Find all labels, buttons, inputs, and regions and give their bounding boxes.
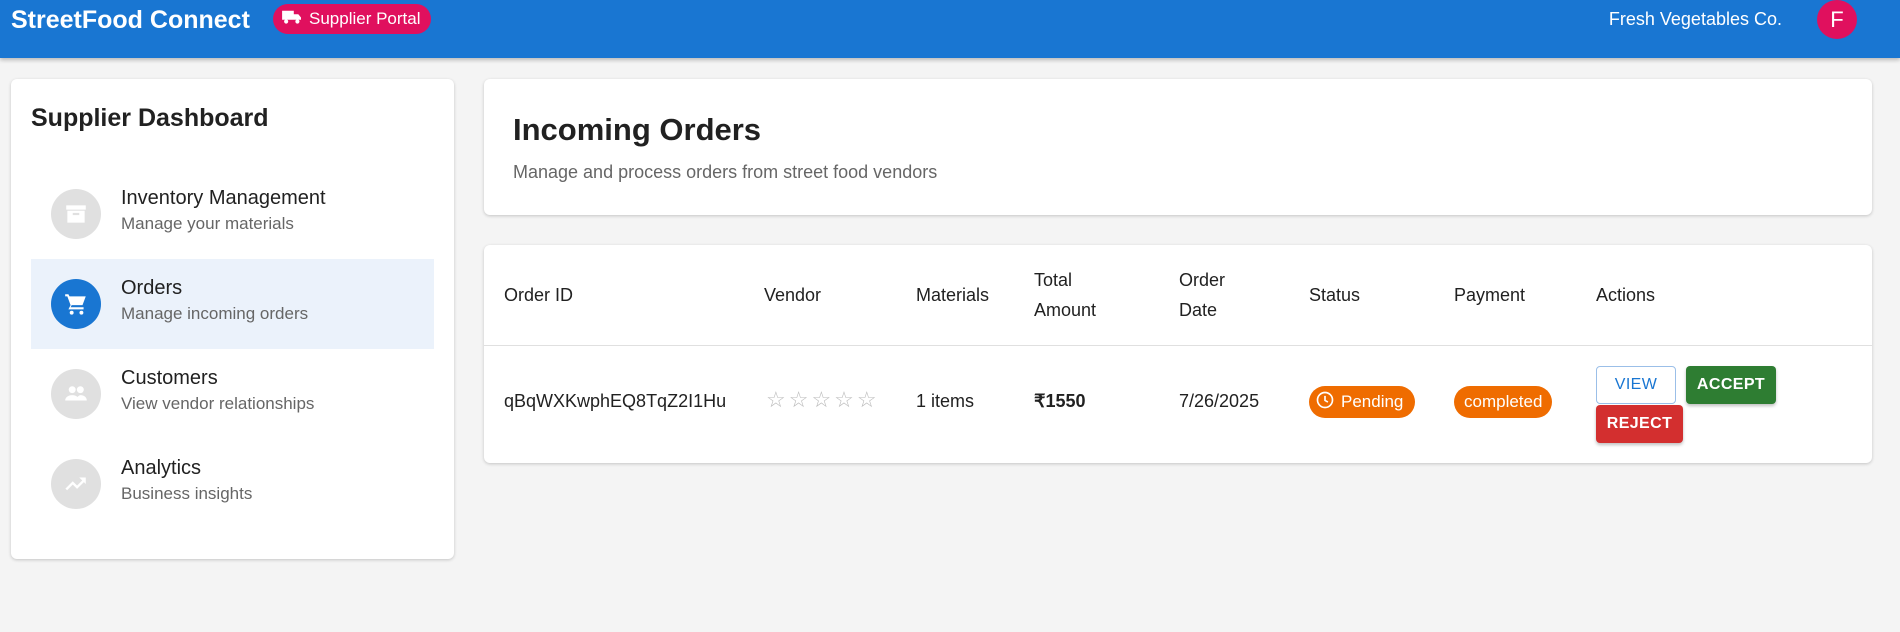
app-bar: StreetFood Connect Supplier Portal Fresh… xyxy=(0,0,1900,58)
payment-badge: completed xyxy=(1454,386,1553,418)
column-header-actions: Actions xyxy=(1596,285,1656,305)
sidebar-item-inventory[interactable]: Inventory Management Manage your materia… xyxy=(31,169,434,259)
accept-button[interactable]: ACCEPT xyxy=(1686,366,1776,404)
sidebar-item-sublabel: Manage incoming orders xyxy=(121,304,309,323)
sidebar-title: Supplier Dashboard xyxy=(31,104,269,132)
company-name: Fresh Vegetables Co. xyxy=(1608,9,1782,29)
clock-icon xyxy=(1315,390,1335,415)
column-header-line: Date xyxy=(1179,300,1218,320)
sidebar-item-sublabel: Business insights xyxy=(121,484,253,503)
sidebar-item-label: Inventory Management xyxy=(121,187,326,209)
page-header-card: Incoming Orders Manage and process order… xyxy=(484,79,1872,215)
column-header-payment[interactable]: Payment xyxy=(1454,280,1525,310)
sidebar-item-label: Orders xyxy=(121,277,183,299)
reject-button[interactable]: REJECT xyxy=(1596,405,1683,443)
truck-icon xyxy=(281,8,303,31)
column-header-order-date[interactable]: Order Date xyxy=(1179,265,1225,325)
page-subtitle: Manage and process orders from street fo… xyxy=(513,162,938,182)
sidebar-item-analytics[interactable]: Analytics Business insights xyxy=(31,439,434,529)
archive-icon xyxy=(51,189,101,239)
materials-cell: 1 items xyxy=(916,391,975,411)
orders-table: Order ID Vendor Materials Total Amount O… xyxy=(484,245,1872,463)
total-amount-cell: ₹1550 xyxy=(1034,391,1086,411)
cart-icon xyxy=(51,279,101,329)
sidebar-item-sublabel: View vendor relationships xyxy=(121,394,315,413)
sidebar-item-orders[interactable]: Orders Manage incoming orders xyxy=(31,259,434,349)
column-header-vendor[interactable]: Vendor xyxy=(764,280,821,310)
sidebar-item-label: Analytics xyxy=(121,457,202,479)
supplier-portal-chip: Supplier Portal xyxy=(273,4,431,34)
table-divider xyxy=(484,345,1872,346)
column-header-status[interactable]: Status xyxy=(1309,280,1360,310)
order-date-cell: 7/26/2025 xyxy=(1179,391,1260,411)
order-id-cell: qBqWXKwphEQ8TqZ2I1Hu xyxy=(504,391,727,411)
column-header-materials[interactable]: Materials xyxy=(916,280,989,310)
column-header-line: Amount xyxy=(1034,300,1097,320)
column-header-total-amount[interactable]: Total Amount xyxy=(1034,265,1096,325)
brand-title[interactable]: StreetFood Connect xyxy=(11,5,250,35)
people-icon xyxy=(51,369,101,419)
view-button[interactable]: VIEW xyxy=(1596,366,1676,404)
sidebar-item-sublabel: Manage your materials xyxy=(121,214,294,233)
column-header-line: Total xyxy=(1034,270,1073,290)
status-badge: Pending xyxy=(1309,386,1416,418)
status-label: Pending xyxy=(1341,392,1404,411)
sidebar: Supplier Dashboard Inventory Management … xyxy=(11,79,454,559)
trending-up-icon xyxy=(51,459,101,509)
column-header-order-id[interactable]: Order ID xyxy=(504,280,573,310)
column-header-line: Order xyxy=(1179,270,1226,290)
avatar[interactable]: F xyxy=(1817,0,1857,39)
vendor-rating-stars: ☆☆☆☆☆ xyxy=(766,387,880,412)
page-title: Incoming Orders xyxy=(513,112,762,147)
sidebar-item-customers[interactable]: Customers View vendor relationships xyxy=(31,349,434,439)
sidebar-item-label: Customers xyxy=(121,367,218,389)
supplier-portal-label: Supplier Portal xyxy=(309,9,421,28)
